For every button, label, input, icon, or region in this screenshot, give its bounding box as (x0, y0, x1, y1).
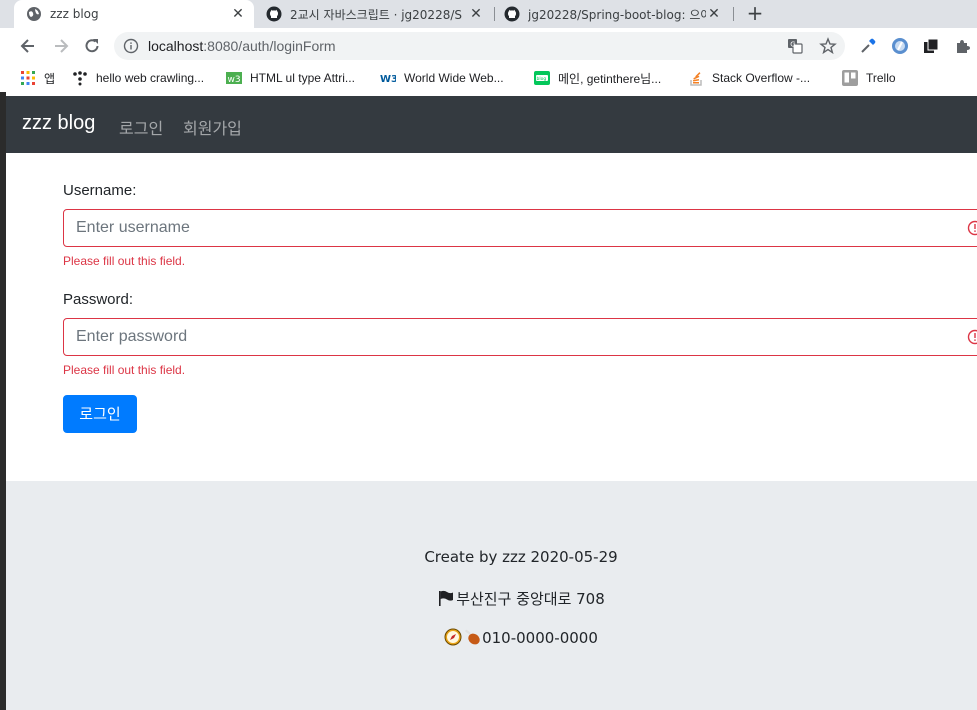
bookmarks-bar: 앱 hello web crawling... w3 HTML ul type … (0, 64, 977, 92)
bookmark-label: World Wide Web... (404, 71, 504, 85)
tab-title: zzz blog (50, 7, 99, 21)
navbar: zzz blog 로그인 회원가입 (6, 96, 977, 153)
info-icon[interactable] (123, 38, 139, 54)
tab-close-icon[interactable]: ✕ (230, 6, 246, 22)
flag-icon (439, 590, 454, 606)
footer-phone: 010-0000-0000 (482, 629, 598, 647)
bookmark-label: HTML ul type Attri... (250, 71, 355, 85)
dots-icon (73, 71, 87, 86)
compass-icon (444, 628, 462, 646)
blog-icon: blog (534, 71, 550, 85)
page-viewport: zzz blog 로그인 회원가입 Username: Please fill … (6, 96, 977, 710)
password-input[interactable] (64, 319, 944, 355)
back-arrow-icon[interactable] (18, 36, 38, 56)
svg-text:W3: W3 (380, 74, 396, 85)
bookmark-label: Stack Overflow -... (712, 71, 811, 85)
bookmark-trello[interactable]: Trello (842, 69, 896, 87)
url-text[interactable]: localhost:8080/auth/loginForm (148, 38, 336, 54)
eyedropper-icon[interactable] (859, 37, 877, 55)
url-host: localhost (148, 38, 204, 54)
svg-text:w3: w3 (228, 75, 241, 85)
github-icon (504, 6, 520, 22)
tab-github-repo[interactable]: jg20228/Spring-boot-blog: 으아 ✕ (500, 0, 730, 28)
w3schools-icon: w3 (226, 72, 242, 85)
globe-icon (27, 7, 41, 21)
password-label: Password: (63, 291, 134, 308)
tab-github-js[interactable]: 2교시 자바스크립트 · jg20228/S ✕ (262, 0, 492, 28)
bookmark-label: 앱 (44, 71, 56, 86)
tab-strip: zzz blog ✕ 2교시 자바스크립트 · jg20228/S ✕ jg20… (0, 0, 977, 28)
bookmark-apps[interactable]: 앱 (20, 69, 55, 87)
bookmark-label: Trello (866, 71, 896, 85)
tab-title: jg20228/Spring-boot-blog: 으아 (528, 7, 706, 22)
username-error: Please fill out this field. (63, 254, 186, 268)
new-tab-button[interactable]: + (744, 2, 766, 24)
address-bar[interactable]: localhost:8080/auth/loginForm G (114, 32, 845, 60)
username-label: Username: (63, 182, 137, 199)
apps-grid-icon (21, 71, 35, 85)
tab-close-icon[interactable]: ✕ (706, 6, 722, 22)
footer-phone-line: 010-0000-0000 (6, 628, 977, 647)
bookmark-hello-web-crawling[interactable]: hello web crawling... (72, 69, 204, 87)
password-error: Please fill out this field. (63, 363, 186, 377)
login-button[interactable]: 로그인 (63, 395, 137, 433)
nav-link-login[interactable]: 로그인 (119, 115, 163, 139)
browser-toolbar: localhost:8080/auth/loginForm G (0, 28, 977, 64)
tab-separator (733, 7, 734, 21)
drumstick-icon (465, 629, 480, 645)
tab-title: 2교시 자바스크립트 · jg20228/S (290, 7, 462, 22)
bookmark-star-icon[interactable] (819, 37, 837, 55)
invalid-icon (967, 220, 977, 236)
reload-icon[interactable] (82, 36, 102, 56)
cards-icon[interactable] (922, 37, 940, 55)
bookmark-w3c[interactable]: W3 World Wide Web... (380, 69, 504, 87)
footer-address: 부산진구 중앙대로 708 (456, 590, 605, 608)
bookmark-stack-overflow[interactable]: Stack Overflow -... (688, 69, 810, 87)
tab-zzz-blog[interactable]: zzz blog ✕ (14, 0, 254, 28)
stackoverflow-icon (690, 72, 702, 86)
forward-arrow-icon[interactable] (51, 36, 71, 56)
bookmark-label: 메인, getinthere님... (558, 71, 662, 86)
username-input[interactable] (64, 210, 944, 246)
trello-icon (842, 70, 858, 86)
github-icon (266, 6, 282, 22)
w3c-icon: W3 (380, 74, 396, 85)
bookmark-label: hello web crawling... (96, 71, 205, 85)
navbar-brand[interactable]: zzz blog (22, 112, 95, 135)
svg-text:blog: blog (537, 76, 547, 82)
password-field[interactable] (63, 318, 977, 356)
translate-icon[interactable]: G (787, 38, 803, 54)
url-path: :8080/auth/loginForm (203, 38, 336, 54)
footer-created: Create by zzz 2020-05-29 (424, 548, 618, 566)
footer-address-line: 부산진구 중앙대로 708 (6, 588, 977, 609)
nav-link-signup[interactable]: 회원가입 (183, 115, 242, 139)
svg-text:G: G (790, 40, 795, 48)
extension-circle-icon[interactable] (891, 37, 909, 55)
bookmark-getinthere[interactable]: blog 메인, getinthere님... (534, 69, 661, 87)
username-field[interactable] (63, 209, 977, 247)
tab-separator (494, 7, 495, 21)
bookmark-w3schools[interactable]: w3 HTML ul type Attri... (226, 69, 355, 87)
invalid-icon (967, 329, 977, 345)
tab-close-icon[interactable]: ✕ (468, 6, 484, 22)
footer: Create by zzz 2020-05-29 부산진구 중앙대로 708 0… (6, 481, 977, 710)
puzzle-icon[interactable] (954, 37, 972, 55)
